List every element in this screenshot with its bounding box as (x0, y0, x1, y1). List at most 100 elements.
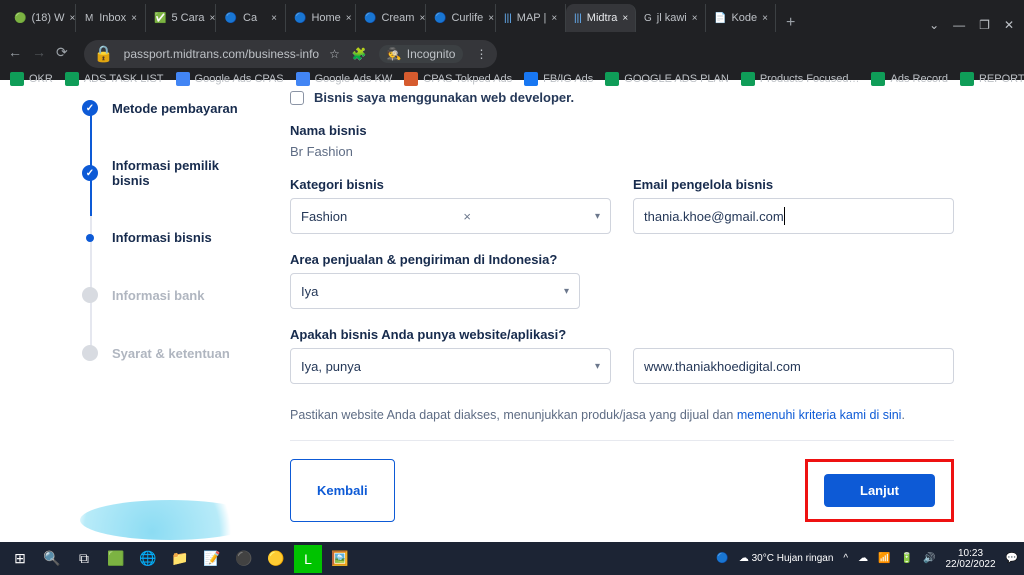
close-icon[interactable]: × (419, 13, 425, 24)
browser-tab[interactable]: 🔵Cream× (356, 4, 426, 32)
next-button[interactable]: Lanjut (824, 474, 935, 507)
favicon: 🔵 (294, 11, 306, 25)
chevron-down-icon: ▾ (564, 286, 569, 297)
tray-app-icon[interactable]: 🔵 (716, 553, 728, 564)
tray-chevron-icon[interactable]: ^ (843, 553, 848, 564)
browser-tab[interactable]: Gjl kawi× (636, 4, 706, 32)
progress-sidebar: Metode pembayaran Informasi pemilik bisn… (0, 80, 265, 540)
browser-tab[interactable]: MInbox× (76, 4, 146, 32)
area-select[interactable]: Iya ▾ (290, 273, 580, 309)
back-button[interactable]: Kembali (290, 459, 395, 522)
close-icon[interactable]: × (209, 13, 215, 24)
gmail-icon: M (84, 11, 94, 25)
clear-icon[interactable]: × (463, 209, 479, 224)
taskbar-app[interactable]: ⚫ (230, 545, 258, 573)
url-text: passport.midtrans.com/business-info (124, 47, 319, 61)
step-terms[interactable]: Syarat & ketentuan (82, 345, 255, 361)
browser-tab[interactable]: |||MAP |× (496, 4, 566, 32)
favicon: ||| (574, 11, 582, 25)
category-label: Kategori bisnis (290, 177, 611, 192)
email-field[interactable]: thania.khoe@gmail.com (633, 198, 954, 234)
divider (290, 440, 954, 441)
business-info-form: Bisnis saya menggunakan web developer. N… (265, 80, 1024, 540)
area-value: Iya (301, 284, 318, 299)
browser-tab-active[interactable]: |||Midtra× (566, 4, 636, 32)
close-icon[interactable]: × (551, 13, 557, 24)
taskbar-app[interactable]: 🖼️ (326, 545, 354, 573)
lock-icon: 🔒 (94, 44, 114, 64)
step-bank-info[interactable]: Informasi bank (82, 287, 255, 303)
step-payment-method[interactable]: Metode pembayaran (82, 100, 255, 116)
close-icon[interactable]: × (131, 13, 137, 24)
system-clock[interactable]: 10:23 22/02/2022 (945, 548, 995, 570)
close-window-icon[interactable]: ✕ (1004, 18, 1014, 32)
highlight-annotation: Lanjut (805, 459, 954, 522)
maximize-icon[interactable]: ❐ (979, 18, 990, 32)
category-select[interactable]: Fashion × ▾ (290, 198, 611, 234)
close-icon[interactable]: × (346, 13, 352, 24)
notifications-icon[interactable]: 💬 (1006, 553, 1018, 564)
taskbar-app[interactable]: 📝 (198, 545, 226, 573)
criteria-link[interactable]: memenuhi kriteria kami di sini (737, 408, 902, 422)
favicon: 🔵 (224, 11, 238, 25)
wifi-icon[interactable]: 📶 (878, 553, 890, 564)
taskbar-app[interactable]: L (294, 545, 322, 573)
menu-icon[interactable]: ⋮ (475, 47, 487, 61)
back-icon[interactable]: ← (8, 44, 22, 60)
pending-step-icon (82, 345, 98, 361)
taskbar-app[interactable]: 🌐 (134, 545, 162, 573)
step-business-info[interactable]: Informasi bisnis (82, 230, 255, 245)
browser-tab[interactable]: 📄Kode× (706, 4, 776, 32)
minimize-icon[interactable]: — (953, 18, 965, 32)
google-icon: G (644, 11, 652, 25)
close-icon[interactable]: × (762, 13, 768, 24)
browser-chrome: 🟢(18) W× MInbox× ✅5 Cara× 🔵Ca× 🔵Home× 🔵C… (0, 0, 1024, 80)
task-view-icon[interactable]: ⧉ (70, 545, 98, 573)
taskbar-app[interactable]: 📁 (166, 545, 194, 573)
onedrive-icon[interactable]: ☁ (858, 553, 868, 564)
incognito-icon: 🕵️ (387, 47, 402, 61)
webdev-checkbox[interactable] (290, 91, 304, 105)
website-select-value: Iya, punya (301, 359, 361, 374)
forward-icon[interactable]: → (32, 44, 46, 60)
star-icon[interactable]: ☆ (329, 47, 340, 61)
check-icon (82, 165, 98, 181)
taskbar-app[interactable]: 🟩 (102, 545, 130, 573)
close-icon[interactable]: × (692, 13, 698, 24)
browser-tab[interactable]: 🟢(18) W× (6, 4, 76, 32)
favicon: ✅ (154, 11, 166, 25)
taskbar-chrome[interactable]: 🟡 (262, 545, 290, 573)
website-url-value: www.thaniakhoedigital.com (644, 359, 801, 374)
start-button[interactable]: ⊞ (6, 545, 34, 573)
step-owner-info[interactable]: Informasi pemilik bisnis (82, 158, 255, 188)
check-icon (82, 100, 98, 116)
reload-icon[interactable]: ⟳ (56, 44, 68, 61)
address-bar[interactable]: 🔒 passport.midtrans.com/business-info ☆ … (84, 40, 498, 68)
battery-icon[interactable]: 🔋 (901, 553, 913, 564)
whatsapp-icon: 🟢 (14, 11, 26, 25)
close-icon[interactable]: × (69, 13, 75, 24)
favicon: ||| (504, 11, 512, 25)
decorative-shape (80, 500, 260, 540)
chevron-down-icon: ▾ (595, 211, 600, 222)
weather-widget[interactable]: ☁ 30°C Hujan ringan (739, 553, 834, 564)
close-icon[interactable]: × (622, 13, 628, 24)
dropdown-icon[interactable]: ⌄ (929, 18, 939, 32)
website-select[interactable]: Iya, punya ▾ (290, 348, 611, 384)
current-step-icon (86, 234, 94, 242)
pending-step-icon (82, 287, 98, 303)
close-icon[interactable]: × (488, 13, 494, 24)
favicon: 📄 (714, 11, 726, 25)
favicon: 🔵 (364, 11, 376, 25)
browser-tab[interactable]: 🔵Home× (286, 4, 356, 32)
close-icon[interactable]: × (271, 13, 277, 24)
extension-icon[interactable]: 🧩 (352, 47, 367, 61)
new-tab-button[interactable]: + (776, 14, 805, 32)
browser-tab[interactable]: 🔵Curlife× (426, 4, 496, 32)
website-url-field[interactable]: www.thaniakhoedigital.com (633, 348, 954, 384)
browser-tab[interactable]: ✅5 Cara× (146, 4, 216, 32)
search-icon[interactable]: 🔍 (38, 545, 66, 573)
browser-tab[interactable]: 🔵Ca× (216, 4, 286, 32)
business-name-label: Nama bisnis (290, 123, 954, 138)
volume-icon[interactable]: 🔊 (923, 553, 935, 564)
